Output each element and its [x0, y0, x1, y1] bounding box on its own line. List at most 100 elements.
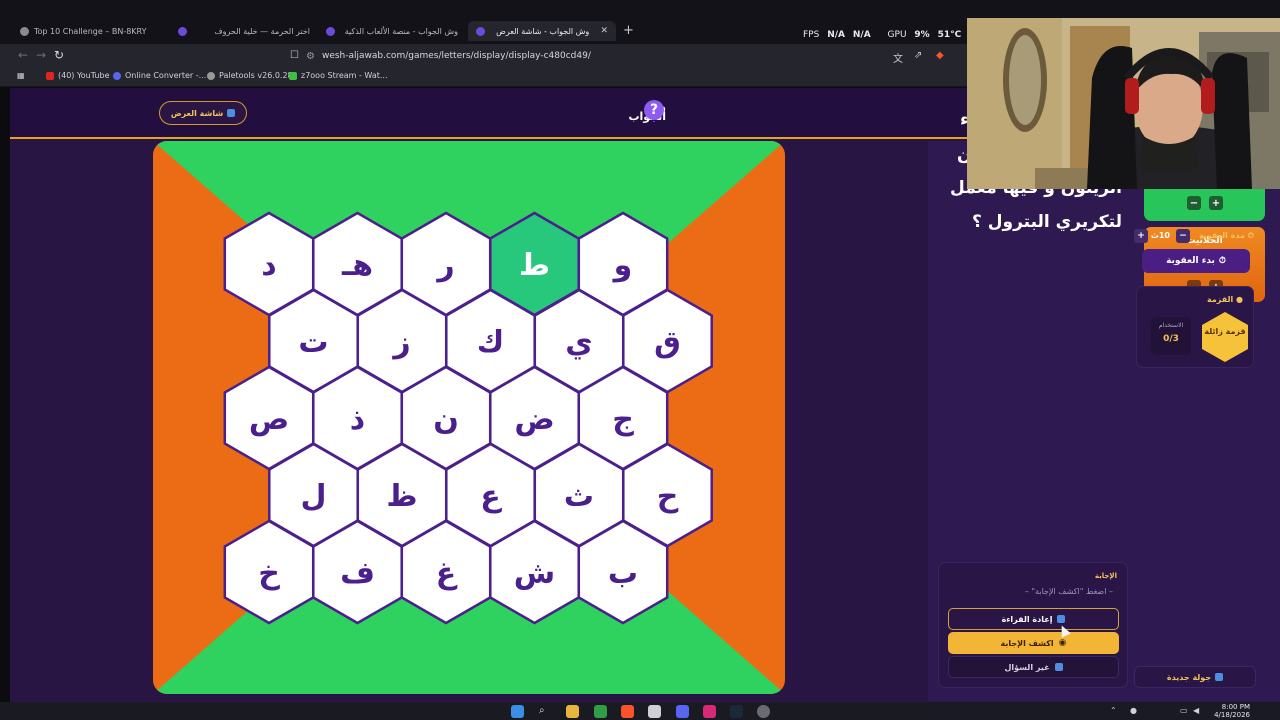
letters-board: د هـ ر ط و ت ز ك ي ق ص ذ ن ض ج ل ظ ع ث ح خ ف غ ش ب: [153, 141, 785, 694]
answer-title: الإجابة: [1094, 572, 1117, 580]
reread-button[interactable]: إعادة القراءة: [948, 608, 1119, 630]
bookmark-youtube[interactable]: (40) YouTube: [46, 71, 110, 80]
bookmark-paletools[interactable]: Paletools v26.0.28: [207, 71, 293, 80]
tab-letters-cell[interactable]: اختر الحرمة — خلية الحروف: [170, 21, 318, 41]
stream-icon: [289, 71, 297, 80]
clock-time: 8:00 PM: [1221, 703, 1250, 711]
start-penalty-button[interactable]: ⏱ بدء العقوبة: [1142, 249, 1250, 273]
letter-text: ي: [565, 325, 593, 360]
globe-icon: [20, 26, 29, 36]
brave-icon[interactable]: [621, 705, 634, 718]
penalty-duration-row: ⏱ مدة العقوبة − 10ث +: [1134, 229, 1256, 245]
discord-icon[interactable]: [676, 705, 689, 718]
tab-display-screen[interactable]: وش الجواب - شاشة العرض ✕: [468, 21, 616, 41]
bookmark-icon[interactable]: ☐: [290, 50, 299, 61]
bookmark-label: Paletools v26.0.28: [219, 71, 293, 80]
letter-text: ح: [657, 479, 679, 514]
letter-text: ص: [249, 402, 289, 437]
penalty-value: 10ث: [1150, 231, 1170, 240]
question-mark-icon: ?: [644, 100, 664, 120]
tab-top10-challenge[interactable]: Top 10 Challenge – BN-8KRY: [12, 21, 168, 41]
new-tab-button[interactable]: +: [623, 23, 634, 38]
green-minus-button[interactable]: −: [1187, 196, 1201, 210]
xbox-icon[interactable]: [594, 705, 607, 718]
app-icon[interactable]: [757, 705, 770, 718]
display-screen-label: شاشة العرض: [170, 108, 224, 118]
penalty-label-text: مدة العقوبة: [1198, 231, 1245, 240]
tab-platform[interactable]: وش الجواب - منصة الألعاب الذكية: [318, 21, 466, 41]
fps-value: N/A: [827, 30, 845, 40]
close-tab-icon[interactable]: ✕: [600, 26, 608, 36]
shuffle-icon: [1054, 663, 1063, 671]
timer-icon: ⏱: [1218, 256, 1226, 266]
volume-icon[interactable]: ◀: [1193, 706, 1199, 715]
letter-text: ط: [519, 248, 550, 283]
system-clock[interactable]: 8:00 PM 4/18/2026: [1210, 703, 1250, 719]
refresh-icon: [1215, 673, 1224, 681]
fps-value-2: N/A: [852, 30, 871, 40]
letter-text: هـ: [341, 248, 373, 283]
usage-value: 0/3: [1163, 334, 1179, 344]
letter-text: ش: [514, 556, 555, 591]
file-explorer-icon[interactable]: [566, 705, 579, 718]
letter-text: ض: [514, 402, 554, 437]
penalty-plus-button[interactable]: +: [1134, 229, 1148, 243]
back-icon[interactable]: ←: [18, 48, 28, 62]
site-icon: [178, 26, 187, 36]
letter-text: و: [612, 248, 633, 283]
letter-text: ث: [564, 479, 594, 514]
letter-text: ج: [612, 402, 634, 437]
translate-icon[interactable]: 文: [893, 50, 903, 65]
letter-text: د: [261, 248, 276, 283]
address-field[interactable]: ⚙ wesh-aljawab.com/games/letters/display…: [306, 47, 976, 65]
new-round-label: جولة جديدة: [1166, 672, 1212, 682]
letter-text: خ: [258, 556, 280, 591]
share-icon[interactable]: ⇗: [914, 50, 922, 61]
penalty-minus-button[interactable]: −: [1176, 229, 1190, 243]
reveal-answer-button[interactable]: ◉ اكشف الإجابة: [948, 632, 1119, 654]
site-logo[interactable]: وش الجواب ?: [618, 98, 666, 130]
instagram-icon[interactable]: [703, 705, 716, 718]
letter-text: ظ: [386, 479, 417, 514]
replay-icon: [1057, 615, 1066, 623]
usage-box: الاستخدام 0/3: [1151, 317, 1191, 355]
youtube-icon: [46, 71, 54, 80]
forward-icon[interactable]: →: [36, 48, 46, 62]
letter-text: ع: [480, 479, 502, 514]
windows-start-icon[interactable]: [511, 705, 524, 718]
usage-label: الاستخدام: [1158, 322, 1184, 329]
site-icon: [326, 26, 335, 36]
reload-icon[interactable]: ↻: [54, 48, 64, 62]
search-icon[interactable]: ⌕: [539, 705, 552, 718]
new-round-button[interactable]: جولة جديدة: [1134, 666, 1256, 688]
bookmark-online-converter[interactable]: Online Converter -...: [113, 71, 206, 80]
brave-shield-icon[interactable]: ◆: [936, 50, 944, 61]
monitor-icon: [227, 109, 236, 117]
jump-title: ● القزمة: [1206, 295, 1243, 304]
green-plus-button[interactable]: +: [1209, 196, 1223, 210]
webcam-feed-image: [967, 18, 1280, 189]
site-info-icon[interactable]: ⚙: [306, 51, 315, 62]
store-icon[interactable]: [648, 705, 661, 718]
change-question-button[interactable]: غير السؤال: [948, 656, 1119, 678]
tray-chevron-icon[interactable]: ⌃: [1110, 706, 1117, 715]
letter-text: ذ: [350, 402, 365, 437]
microphone-icon[interactable]: ●: [1130, 706, 1137, 715]
site-icon: [476, 26, 485, 36]
letter-text: ز: [391, 325, 410, 360]
webcam-overlay: [967, 18, 1280, 189]
clock-date: 4/18/2026: [1214, 711, 1250, 719]
jump-hex-button[interactable]: قزمة زائلة: [1199, 311, 1251, 363]
apps-icon[interactable]: ▦: [17, 71, 25, 80]
jump-card: ● القزمة قزمة زائلة الاستخدام 0/3: [1136, 286, 1254, 368]
display-screen-button[interactable]: شاشة العرض: [159, 101, 247, 125]
green-team-card: − +: [1144, 189, 1265, 221]
bookmark-z7ooo[interactable]: z7ooo Stream - Wat...: [289, 71, 388, 80]
reveal-answer-label: اكشف الإجابة: [1000, 638, 1054, 648]
network-icon[interactable]: ▭: [1180, 706, 1188, 715]
steam-icon[interactable]: [730, 705, 743, 718]
answer-hint: – اضغط "اكشف الإجابة" –: [1024, 587, 1113, 596]
letter-text: غ: [436, 556, 458, 591]
letter-text: ك: [477, 325, 505, 360]
jump-hex-label: قزمة زائلة: [1204, 327, 1246, 336]
